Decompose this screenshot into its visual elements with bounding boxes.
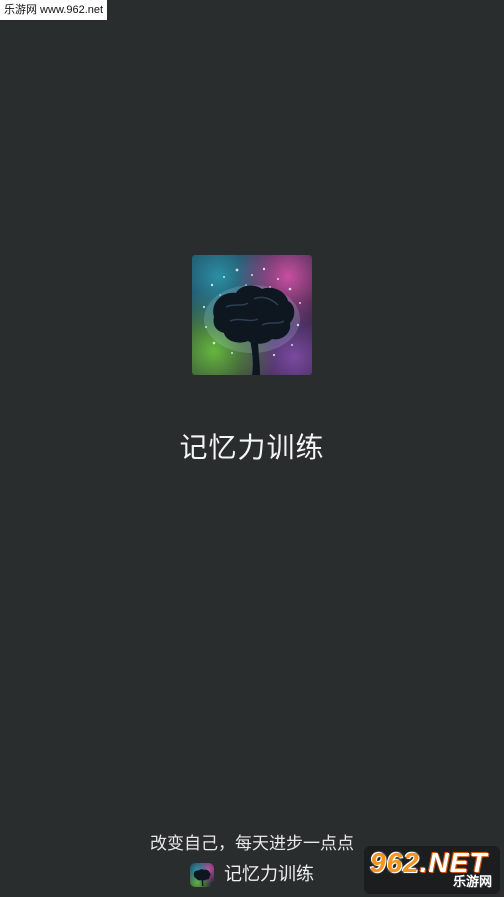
brand-name: 记忆力训练 [224,864,314,885]
watermark-subtext: 乐游网 [452,875,492,890]
site-watermark: 乐游网 www.962.net [0,0,108,20]
watermark-logo-text: 962.NET [370,848,488,878]
brand-row: 记忆力训练 [190,862,314,888]
watermark-logo-number: 962 [370,847,420,878]
corner-watermark-logo: 962.NET 乐游网 [364,846,500,894]
brain-app-icon [190,863,214,887]
brain-icon [192,255,312,375]
app-title: 记忆力训练 [179,431,325,464]
watermark-logo-suffix: .NET [419,847,488,878]
